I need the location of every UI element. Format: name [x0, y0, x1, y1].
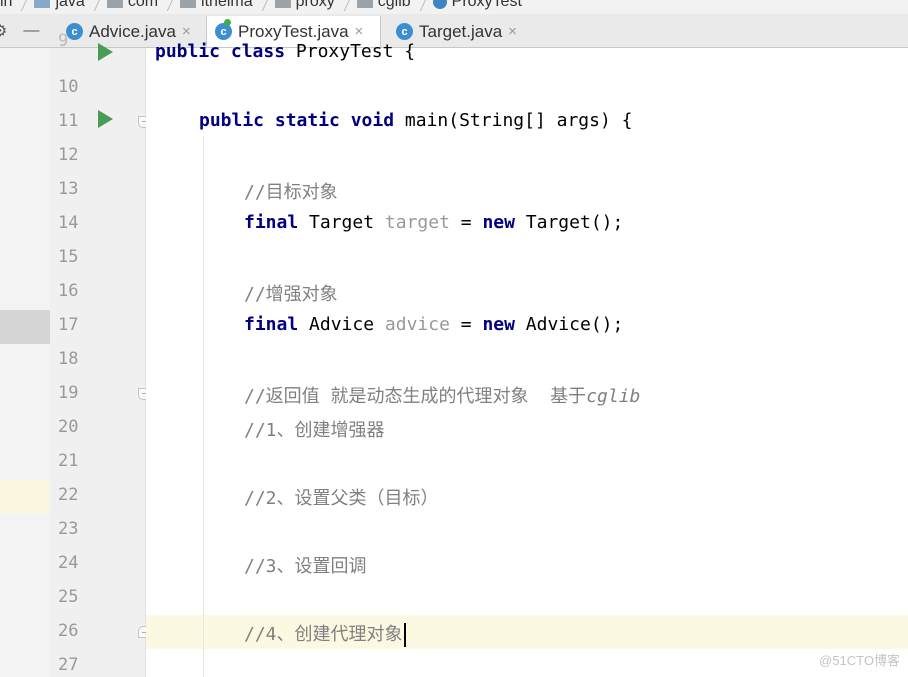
code-line-13: //目标对象: [244, 182, 338, 203]
run-main-icon[interactable]: [98, 110, 113, 128]
line-number: 26: [58, 621, 79, 641]
close-icon[interactable]: ×: [508, 23, 517, 40]
line-number: 14: [58, 213, 79, 233]
highlighted-tree-row[interactable]: [0, 480, 50, 514]
code-line-22: //2、设置父类（目标）: [244, 488, 439, 509]
line-number: 27: [58, 655, 79, 675]
breadcrumb-item-java[interactable]: java: [28, 0, 85, 11]
code-line-24: //3、设置回调: [244, 556, 367, 577]
breadcrumb-separator: [411, 0, 427, 13]
class-icon: [432, 0, 447, 9]
line-number: 22: [58, 485, 79, 505]
line-number: 19: [58, 383, 79, 403]
line-number: 10: [58, 77, 79, 97]
editor-tab-bar: ⚙ — c Advice.java × c ProxyTest.java × c…: [0, 14, 908, 48]
run-class-icon[interactable]: [98, 43, 113, 61]
navigation-breadcrumb: in java com itheima proxy cglib ProxyTes…: [0, 0, 908, 14]
line-number: 20: [58, 417, 79, 437]
line-number: 16: [58, 281, 79, 301]
tool-window-header: ⚙ —: [0, 14, 50, 47]
breadcrumb-item-proxy[interactable]: proxy: [269, 0, 335, 11]
line-number: 13: [58, 179, 79, 199]
breadcrumb-item-itheima[interactable]: itheima: [174, 0, 253, 11]
code-line-19: //返回值 就是动态生成的代理对象 基于cglib: [244, 386, 641, 407]
close-icon[interactable]: ×: [355, 23, 364, 40]
package-icon: [356, 0, 373, 8]
breadcrumb-separator: [12, 0, 28, 13]
java-class-icon: c: [215, 23, 232, 40]
hide-icon[interactable]: —: [23, 22, 39, 40]
gear-icon[interactable]: ⚙: [0, 21, 7, 41]
breadcrumb-item-cglib[interactable]: cglib: [351, 0, 411, 11]
line-number: 9: [58, 31, 69, 51]
code-line-9: public class ProxyTest {: [155, 41, 416, 62]
close-icon[interactable]: ×: [182, 23, 191, 40]
package-icon: [274, 0, 291, 8]
code-line-11: public static void main(String[] args) {: [199, 110, 633, 131]
project-panel-edge[interactable]: [0, 48, 50, 677]
breadcrumb-separator: [253, 0, 269, 13]
package-icon: [106, 0, 123, 8]
selected-tree-row[interactable]: [0, 310, 50, 344]
code-line-20: //1、创建增强器: [244, 420, 385, 441]
code-line-17: final Advice advice = new Advice();: [244, 314, 624, 335]
java-class-icon: c: [396, 23, 413, 40]
line-number: 15: [58, 247, 79, 267]
line-number: 23: [58, 519, 79, 539]
line-number: 24: [58, 553, 79, 573]
package-icon: [180, 0, 197, 8]
code-line-26: //4、创建代理对象: [244, 620, 406, 647]
line-number: 21: [58, 451, 79, 471]
line-number: 18: [58, 349, 79, 369]
code-editor[interactable]: public class ProxyTest { public static v…: [146, 41, 908, 677]
breadcrumb-separator: [85, 0, 101, 13]
code-line-14: final Target target = new Target();: [244, 212, 624, 233]
runnable-badge-icon: [224, 19, 231, 26]
folder-icon: [34, 0, 51, 8]
line-number: 25: [58, 587, 79, 607]
line-number: 12: [58, 145, 79, 165]
line-number: 11: [58, 111, 79, 131]
breadcrumb-item-proxytest[interactable]: ProxyTest: [427, 0, 522, 11]
watermark: @51CTO博客: [819, 653, 900, 668]
text-cursor: [403, 623, 406, 647]
breadcrumb-separator: [158, 0, 174, 13]
code-line-16: //增强对象: [244, 284, 338, 305]
line-number: 17: [58, 315, 79, 335]
indent-guide: [203, 136, 204, 677]
breadcrumb-separator: [335, 0, 351, 13]
breadcrumb-item-com[interactable]: com: [101, 0, 158, 11]
